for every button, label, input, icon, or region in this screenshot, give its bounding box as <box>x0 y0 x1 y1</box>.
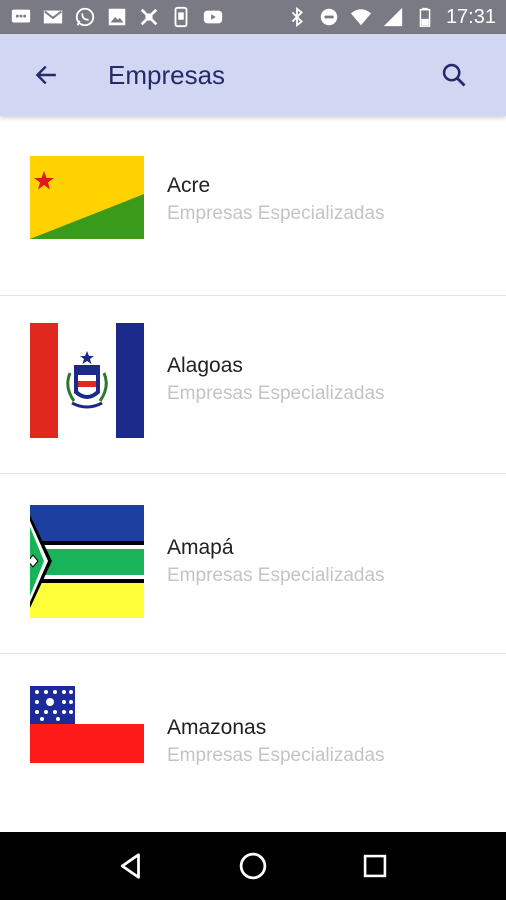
arrow-back-icon <box>35 65 56 85</box>
notification-icons <box>10 6 224 28</box>
clock: 17:31 <box>445 5 496 28</box>
acre-flag <box>30 156 144 239</box>
list-item-title: Amazonas <box>167 716 267 739</box>
phone-icon <box>170 6 192 28</box>
list-item-title: Amapá <box>167 536 234 559</box>
list-item-title: Acre <box>167 174 211 197</box>
list-item-subtitle: Empresas Especializadas <box>167 203 385 224</box>
youtube-icon <box>202 6 224 28</box>
page-title: Empresas <box>108 59 226 90</box>
list-item-title: Alagoas <box>167 354 243 377</box>
amazonas-flag <box>30 686 144 763</box>
whatsapp-icon <box>74 6 96 28</box>
home-circle-icon <box>239 852 267 880</box>
system-icons: 17:31 <box>286 6 496 29</box>
back-button[interactable] <box>24 53 68 97</box>
image-icon <box>106 6 128 28</box>
list-item-subtitle: Empresas Especializadas <box>167 745 385 766</box>
list-item-text: Alagoas Empresas Especializadas <box>167 354 385 405</box>
nav-home-button[interactable] <box>229 842 277 890</box>
list-item-text: Amapá Empresas Especializadas <box>167 536 385 587</box>
state-list: Acre Empresas Especializadas Alagoas Emp… <box>0 116 506 832</box>
system-nav-bar <box>0 832 506 900</box>
nav-back-button[interactable] <box>107 842 155 890</box>
app-bar: Empresas <box>0 34 506 116</box>
list-item-subtitle: Empresas Especializadas <box>167 565 385 586</box>
bluetooth-icon <box>286 6 308 28</box>
nav-recents-button[interactable] <box>351 842 399 890</box>
list-item[interactable]: Amazonas Empresas Especializadas <box>0 656 506 832</box>
list-item-text: Amazonas Empresas Especializadas <box>167 716 385 767</box>
message-icon <box>10 6 32 28</box>
search-icon <box>442 63 466 87</box>
status-bar: 17:31 <box>0 0 506 34</box>
list-item-text: Acre Empresas Especializadas <box>167 174 385 225</box>
list-item[interactable]: Alagoas Empresas Especializadas <box>0 294 506 474</box>
list-item[interactable]: Acre Empresas Especializadas <box>0 116 506 296</box>
wifi-icon <box>350 6 372 28</box>
list-item[interactable]: Amapá Empresas Especializadas <box>0 474 506 654</box>
recents-square-icon <box>363 854 387 878</box>
search-button[interactable] <box>432 53 476 97</box>
signal-icon <box>382 6 404 28</box>
list-item-subtitle: Empresas Especializadas <box>167 383 385 404</box>
amapa-flag <box>30 505 144 618</box>
alagoas-flag <box>30 323 144 438</box>
tool-icon <box>138 6 160 28</box>
back-triangle-icon <box>120 853 140 879</box>
dnd-icon <box>318 6 340 28</box>
gmail-icon <box>42 6 64 28</box>
battery-icon <box>414 6 436 28</box>
